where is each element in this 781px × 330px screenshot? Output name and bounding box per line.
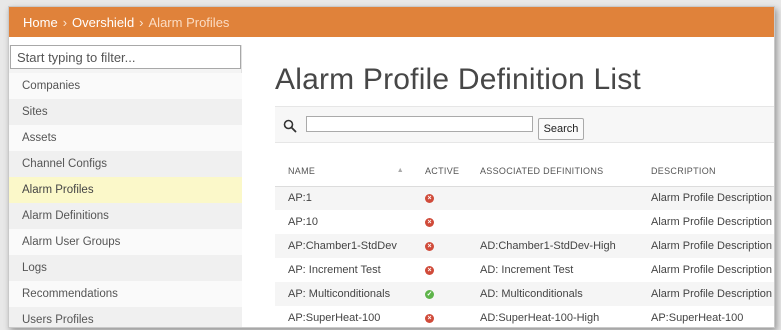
cell-description: Alarm Profile Description (638, 258, 774, 282)
column-header-active[interactable]: ACTIVE (412, 157, 467, 187)
sidebar-item-channel-configs[interactable]: Channel Configs (9, 151, 242, 177)
cell-name[interactable]: AP:Chamber1-StdDev (275, 234, 412, 258)
cell-description: Alarm Profile Description (638, 186, 774, 210)
sidebar-item-sites[interactable]: Sites (9, 99, 242, 125)
sidebar-filter-input[interactable] (10, 45, 241, 69)
cell-associated-definitions: AD: Multiconditionals (467, 282, 638, 306)
cell-description: AP:SuperHeat-100 (638, 306, 774, 327)
x-circle-icon: × (425, 241, 434, 251)
table-row[interactable]: AP: Increment Test × AD: Increment Test Ala… (275, 258, 774, 282)
breadcrumb-home[interactable]: Home (23, 15, 58, 30)
cell-active: × (412, 258, 467, 282)
check-circle-icon: ✓ (425, 289, 434, 299)
x-circle-icon: × (425, 265, 434, 275)
cell-associated-definitions (467, 186, 638, 210)
breadcrumb-current: Alarm Profiles (148, 14, 230, 30)
sidebar-item-alarm-definitions[interactable]: Alarm Definitions (9, 203, 242, 229)
cell-name[interactable]: AP: Increment Test (275, 258, 412, 282)
sidebar-item-alarm-user-groups[interactable]: Alarm User Groups (9, 229, 242, 255)
column-header-name[interactable]: NAME ▲ (275, 157, 412, 187)
search-button[interactable]: Search (538, 118, 584, 140)
sidebar-nav: Companies Sites Assets Channel Configs Alarm… (9, 73, 242, 327)
sort-ascending-icon[interactable]: ▲ (397, 167, 404, 174)
column-header-associated-definitions[interactable]: ASSOCIATED DEFINITIONS (467, 157, 638, 187)
search-icon (283, 119, 297, 133)
breadcrumb-separator: › (62, 14, 68, 30)
table-header-row: NAME ▲ ACTIVE ASSOCIATED DEFINITIONS DES… (275, 157, 774, 187)
x-circle-icon: × (425, 313, 434, 323)
cell-active: × (412, 210, 467, 234)
profile-table: NAME ▲ ACTIVE ASSOCIATED DEFINITIONS DES… (275, 157, 774, 327)
column-header-label: NAME (288, 166, 316, 177)
page-title: Alarm Profile Definition List (275, 63, 641, 96)
cell-associated-definitions: AD:SuperHeat-100-High (467, 306, 638, 327)
cell-active: × (412, 186, 467, 210)
sidebar-item-companies[interactable]: Companies (9, 73, 242, 99)
sidebar-item-assets[interactable]: Assets (9, 125, 242, 151)
search-bar: Search (275, 106, 774, 143)
table-row[interactable]: AP:10 × Alarm Profile Description (275, 210, 774, 234)
breadcrumb-site[interactable]: Overshield (72, 15, 134, 30)
cell-name[interactable]: AP:10 (275, 210, 412, 234)
x-circle-icon: × (425, 217, 434, 227)
sidebar: CompaniesSitesAssetsChannel ConfigsAlarm… (9, 45, 242, 327)
cell-description: Alarm Profile Description (638, 234, 774, 258)
sidebar-item-recommendations[interactable]: Recommendations (9, 281, 242, 307)
cell-name[interactable]: AP:1 (275, 186, 412, 210)
breadcrumb: Home › Overshield › Alarm Profiles (9, 7, 774, 37)
column-header-description[interactable]: DESCRIPTION (638, 157, 774, 187)
search-input[interactable] (306, 116, 533, 132)
cell-name[interactable]: AP:SuperHeat-100 (275, 306, 412, 327)
app-window: Home › Overshield › Alarm Profiles Compa… (8, 6, 775, 328)
cell-associated-definitions: AD: Increment Test (467, 258, 638, 282)
breadcrumb-separator: › (139, 14, 144, 30)
table-row[interactable]: AP:Chamber1-StdDev × AD:Chamber1-StdDev-Hi… (275, 234, 774, 258)
cell-description: Alarm Profile Description (638, 210, 774, 234)
table-row[interactable]: AP: Multiconditionals ✓ AD: Multicondition… (275, 282, 774, 306)
cell-active: ✓ (412, 282, 467, 306)
cell-associated-definitions (467, 210, 638, 234)
sidebar-item-logs[interactable]: Logs (9, 255, 242, 281)
sidebar-item-alarm-profiles[interactable]: Alarm Profiles (9, 177, 242, 203)
table-row[interactable]: AP:1 × Alarm Profile Description (275, 186, 774, 210)
cell-active: × (412, 234, 467, 258)
x-circle-icon: × (425, 193, 434, 203)
cell-name[interactable]: AP: Multiconditionals (275, 282, 412, 306)
main-content: Alarm Profile Definition List Search NAM… (243, 37, 774, 327)
table-row[interactable]: AP:SuperHeat-100 × AD:SuperHeat-100-High AP… (275, 306, 774, 327)
cell-associated-definitions: AD:Chamber1-StdDev-High (467, 234, 638, 258)
table-body: AP:1 × Alarm Profile Description AP:10 × Alar… (275, 186, 774, 327)
cell-description: Alarm Profile Description (638, 282, 774, 306)
sidebar-item-users-profiles[interactable]: Users Profiles (9, 307, 242, 327)
cell-active: × (412, 306, 467, 327)
